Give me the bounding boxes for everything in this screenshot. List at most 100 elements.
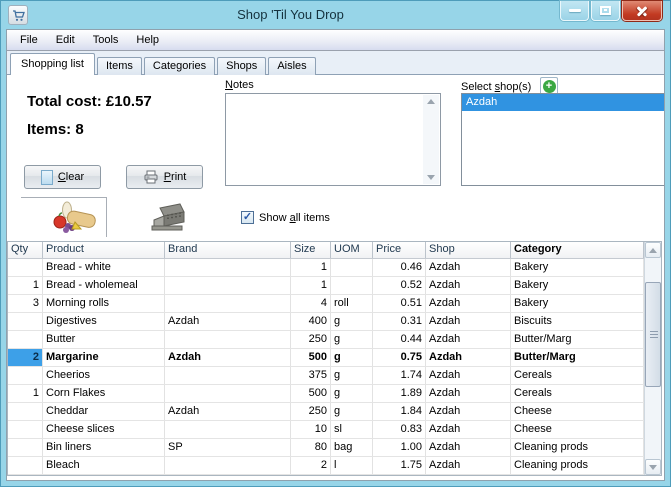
cell-shop: Azdah [426, 331, 511, 348]
cell-size: 80 [291, 439, 331, 456]
tab-aisles[interactable]: Aisles [268, 57, 316, 75]
tab-categories[interactable]: Categories [143, 57, 216, 75]
cell-size: 1 [291, 277, 331, 294]
close-button[interactable] [622, 1, 662, 21]
clear-button[interactable]: Clear [24, 165, 101, 189]
column-header-brand[interactable]: Brand [165, 242, 291, 258]
cell-size: 250 [291, 331, 331, 348]
tab-shops[interactable]: Shops [217, 57, 267, 75]
cell-shop: Azdah [426, 403, 511, 420]
cell-uom: g [331, 313, 373, 330]
cell-brand: Azdah [165, 313, 291, 330]
cell-price: 1.75 [373, 457, 426, 474]
maximize-button[interactable] [591, 1, 620, 21]
cell-size: 1 [291, 259, 331, 276]
menu-bar: File Edit Tools Help [7, 30, 664, 51]
cell-qty [8, 403, 43, 420]
cell-qty [8, 259, 43, 276]
table-row[interactable]: Butter 250 g 0.44 Azdah Butter/Marg [8, 331, 644, 349]
groceries-basket-icon[interactable] [53, 200, 101, 234]
print-button[interactable]: Print [126, 165, 203, 189]
menu-help[interactable]: Help [127, 32, 168, 49]
table-row[interactable]: Bin liners SP 80 bag 1.00 Azdah Cleaning prods [8, 439, 644, 457]
notes-input[interactable] [225, 93, 441, 186]
shop-list-item[interactable]: Azdah [462, 94, 664, 111]
shopping-list-page: Total cost: £10.57 Items: 8 Clear Print … [7, 74, 664, 480]
scrollbar-thumb[interactable] [645, 282, 661, 387]
cell-uom: g [331, 331, 373, 348]
cell-uom: bag [331, 439, 373, 456]
scroll-down-icon[interactable] [427, 175, 435, 180]
column-header-shop[interactable]: Shop [426, 242, 511, 258]
column-header-size[interactable]: Size [291, 242, 331, 258]
minimize-button[interactable] [560, 1, 589, 21]
cell-uom [331, 277, 373, 294]
tab-items[interactable]: Items [97, 57, 142, 75]
column-header-uom[interactable]: UOM [331, 242, 373, 258]
shopping-list-table: Qty Product Brand Size UOM Price Shop Category … [7, 241, 662, 476]
tab-shopping-list[interactable]: Shopping list [10, 53, 95, 75]
cell-uom: sl [331, 421, 373, 438]
app-window: Shop 'Til You Drop File Edit Tools Help … [0, 0, 671, 487]
cell-category: Cheese [511, 403, 644, 420]
table-row[interactable]: Bread - white 1 0.46 Azdah Bakery [8, 259, 644, 277]
cell-category: Cereals [511, 367, 644, 384]
cell-qty: 1 [8, 277, 43, 294]
cell-qty [8, 313, 43, 330]
menu-tools[interactable]: Tools [84, 32, 128, 49]
select-shops-label: Select shop(s) [461, 81, 532, 93]
cell-size: 2 [291, 457, 331, 474]
table-row[interactable]: Cheese slices 10 sl 0.83 Azdah Cheese [8, 421, 644, 439]
title-bar[interactable]: Shop 'Til You Drop [1, 1, 670, 29]
table-scrollbar[interactable] [644, 242, 661, 475]
menu-file[interactable]: File [11, 32, 47, 49]
cash-register-icon[interactable] [150, 202, 188, 232]
show-all-items-label[interactable]: Show all items [259, 212, 330, 224]
cell-price: 0.51 [373, 295, 426, 312]
cell-product: Cheerios [43, 367, 165, 384]
table-row[interactable]: Digestives Azdah 400 g 0.31 Azdah Biscuits [8, 313, 644, 331]
cell-price: 0.44 [373, 331, 426, 348]
plus-icon: + [542, 79, 556, 93]
cell-category: Cheese [511, 421, 644, 438]
cell-price: 0.75 [373, 349, 426, 366]
table-row[interactable]: Cheerios 375 g 1.74 Azdah Cereals [8, 367, 644, 385]
shops-listbox[interactable]: Azdah [461, 93, 664, 186]
cell-product: Bleach [43, 457, 165, 474]
scroll-up-button[interactable] [645, 242, 661, 258]
cell-price: 1.74 [373, 367, 426, 384]
cell-uom: g [331, 367, 373, 384]
cell-price: 0.46 [373, 259, 426, 276]
cell-category: Bakery [511, 259, 644, 276]
cell-price: 1.84 [373, 403, 426, 420]
window-title: Shop 'Til You Drop [237, 7, 344, 22]
column-header-qty[interactable]: Qty [8, 242, 43, 258]
cell-qty [8, 421, 43, 438]
cell-size: 10 [291, 421, 331, 438]
menu-edit[interactable]: Edit [47, 32, 84, 49]
table-row[interactable]: 1 Bread - wholemeal 1 0.52 Azdah Bakery [8, 277, 644, 295]
scroll-down-button[interactable] [645, 459, 661, 475]
column-header-product[interactable]: Product [43, 242, 165, 258]
cell-shop: Azdah [426, 313, 511, 330]
column-header-price[interactable]: Price [373, 242, 426, 258]
table-row[interactable]: 3 Morning rolls 4 roll 0.51 Azdah Bakery [8, 295, 644, 313]
table-row[interactable]: 2 Margarine Azdah 500 g 0.75 Azdah Butter/Marg [8, 349, 644, 367]
cell-brand [165, 259, 291, 276]
column-header-category[interactable]: Category [511, 242, 644, 258]
cell-category: Butter/Marg [511, 331, 644, 348]
table-row[interactable]: Bleach 2 l 1.75 Azdah Cleaning prods [8, 457, 644, 475]
cell-brand [165, 331, 291, 348]
cell-shop: Azdah [426, 367, 511, 384]
cell-qty: 2 [8, 349, 43, 366]
table-row[interactable]: 1 Corn Flakes 500 g 1.89 Azdah Cereals [8, 385, 644, 403]
shopping-cart-icon[interactable] [8, 5, 28, 25]
scroll-up-icon[interactable] [427, 99, 435, 104]
cell-brand [165, 385, 291, 402]
cell-uom: g [331, 403, 373, 420]
notes-scrollbar[interactable] [423, 95, 439, 184]
table-row[interactable]: Cheddar Azdah 250 g 1.84 Azdah Cheese [8, 403, 644, 421]
client-area: File Edit Tools Help Shopping list Items… [6, 29, 665, 481]
cell-qty [8, 331, 43, 348]
show-all-checkbox[interactable]: ✓ [241, 211, 254, 224]
